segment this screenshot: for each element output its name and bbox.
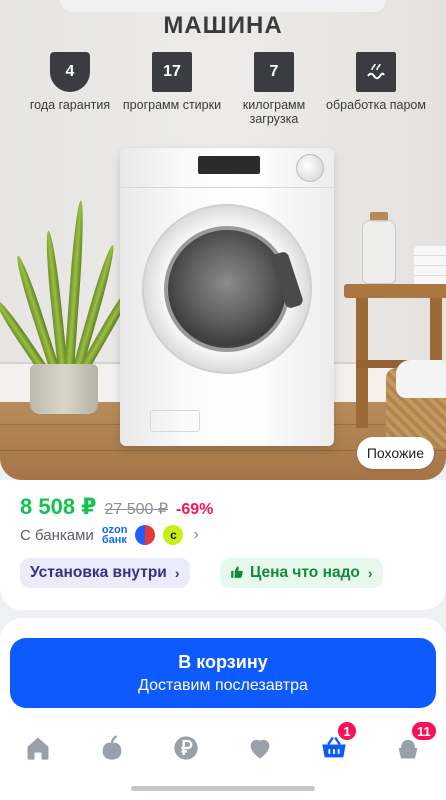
feature-warranty: 4 года гарантия <box>20 52 120 112</box>
bottom-tab-bar: 1 11 <box>0 720 446 770</box>
old-price: 27 500 ₽ <box>104 501 169 518</box>
chevron-right-icon: › <box>193 526 199 543</box>
bank-logo-icon: c <box>163 525 184 545</box>
bank-logo-icon <box>135 525 156 545</box>
current-price: 8 508 ₽ <box>20 494 97 519</box>
delivery-label: Доставим послезавтра <box>138 677 308 694</box>
chevron-right-icon: › <box>367 565 373 581</box>
shield-icon: 4 <box>50 52 90 92</box>
bank-offers[interactable]: С банками ozon банк c › <box>20 524 199 546</box>
good-price-chip-label: Цена что надо <box>250 564 360 581</box>
bottom-panel: В корзину Доставим послезавтра 1 11 <box>0 618 446 800</box>
thumbs-up-icon <box>230 565 244 582</box>
feature-label: года гарантия <box>29 98 111 112</box>
ruble-icon <box>174 736 198 760</box>
feature-label: обработка паром <box>326 98 426 112</box>
price-row: 8 508 ₽ 27 500 ₽ -69% <box>20 494 213 520</box>
feature-steam: обработка паром <box>326 52 426 112</box>
heart-icon <box>250 739 270 759</box>
home-icon <box>27 737 49 760</box>
washing-machine-illustration <box>120 148 334 446</box>
square-icon: 7 <box>254 52 294 92</box>
feature-label: килограмм загрузка <box>242 98 306 126</box>
discount-badge: -69% <box>176 501 214 518</box>
installation-chip-label: Установка внутри <box>30 564 167 581</box>
feature-programs: 17 программ стирки <box>122 52 222 112</box>
tab-favorites[interactable] <box>238 726 282 770</box>
sheet-handle <box>60 0 386 12</box>
add-to-cart-label: В корзину <box>178 652 268 672</box>
tab-profile[interactable]: 11 <box>386 720 438 770</box>
hero-title: МАШИНА <box>163 12 283 39</box>
steam-icon <box>356 52 396 92</box>
installation-chip[interactable]: Установка внутри › <box>20 558 190 588</box>
similar-products-button[interactable]: Похожие <box>356 437 434 469</box>
fresh-icon <box>102 735 122 760</box>
feature-load: 7 килограмм загрузка <box>224 52 324 126</box>
good-price-chip[interactable]: Цена что надо › <box>220 558 383 588</box>
bank-offers-label: С банками <box>20 526 94 544</box>
product-image[interactable]: МАШИНА 4 года гарантия 17 программ стирк… <box>0 0 446 480</box>
profile-badge: 11 <box>410 720 438 742</box>
ozon-bank-logo: ozon банк <box>101 524 128 546</box>
tab-cart[interactable]: 1 <box>312 720 358 770</box>
home-indicator <box>131 786 315 791</box>
price-card: 8 508 ₽ 27 500 ₽ -69% С банками ozon банк… <box>0 480 446 610</box>
feature-label: программ стирки <box>122 98 222 112</box>
square-icon: 17 <box>152 52 192 92</box>
tab-home[interactable] <box>16 726 60 770</box>
tab-fresh[interactable] <box>90 726 134 770</box>
cart-badge: 1 <box>336 720 358 742</box>
tab-finance[interactable] <box>164 726 208 770</box>
add-to-cart-button[interactable]: В корзину Доставим послезавтра <box>10 638 436 708</box>
chevron-right-icon: › <box>174 565 180 581</box>
